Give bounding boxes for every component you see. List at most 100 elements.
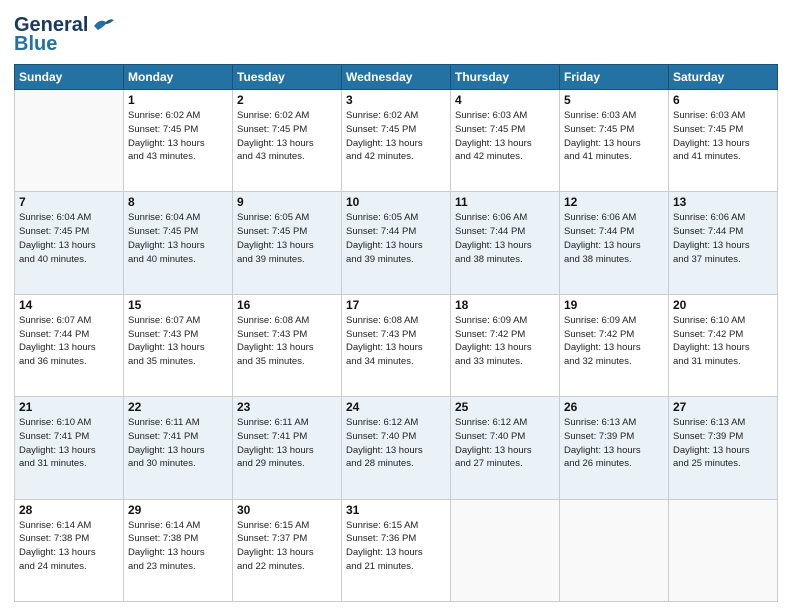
day-number: 16 [237,298,337,312]
page-container: General Blue SundayMondayTuesdayWednesda… [0,0,792,612]
calendar-cell: 20Sunrise: 6:10 AMSunset: 7:42 PMDayligh… [669,294,778,396]
day-number: 22 [128,400,228,414]
daylight-text-line1: Daylight: 13 hours [455,341,555,355]
sunset-text: Sunset: 7:44 PM [564,225,664,239]
calendar-cell: 23Sunrise: 6:11 AMSunset: 7:41 PMDayligh… [233,397,342,499]
sunrise-text: Sunrise: 6:07 AM [128,314,228,328]
day-number: 26 [564,400,664,414]
calendar-cell: 11Sunrise: 6:06 AMSunset: 7:44 PMDayligh… [451,192,560,294]
calendar-cell: 30 Sunrise: 6:15 AMSunset: 7:37 PMDayligh… [233,499,342,601]
day-number: 28 [19,503,119,517]
sunset-text: Sunset: 7:42 PM [455,328,555,342]
calendar-cell: 24Sunrise: 6:12 AMSunset: 7:40 PMDayligh… [342,397,451,499]
sunset-text: Sunset: 7:43 PM [346,328,446,342]
sunset-text: Sunset: 7:44 PM [19,328,119,342]
daylight-text-line2: and 23 minutes. [128,560,228,574]
calendar-week-row: 21Sunrise: 6:10 AMSunset: 7:41 PMDayligh… [15,397,778,499]
daylight-text-line2: and 35 minutes. [128,355,228,369]
sunset-text: Sunset: 7:45 PM [128,123,228,137]
calendar-cell: 7Sunrise: 6:04 AMSunset: 7:45 PMDaylight… [15,192,124,294]
daylight-text-line2: and 28 minutes. [346,457,446,471]
sunset-text: Sunset: 7:42 PM [673,328,773,342]
sunrise-text: Sunrise: 6:06 AM [673,211,773,225]
daylight-text-line1: Daylight: 13 hours [19,341,119,355]
sunrise-text: Sunrise: 6:08 AM [237,314,337,328]
day-number: 1 [128,93,228,107]
sunrise-text: Sunrise: 6:11 AM [128,416,228,430]
day-number: 2 [237,93,337,107]
sunrise-text: Sunrise: 6:13 AM [673,416,773,430]
calendar-cell: 16Sunrise: 6:08 AMSunset: 7:43 PMDayligh… [233,294,342,396]
calendar-week-row: 28 Sunrise: 6:14 AMSunset: 7:38 PM Dayligh… [15,499,778,601]
sunset-text: Sunset: 7:41 PM [128,430,228,444]
daylight-text-line1: Daylight: 13 hours [346,444,446,458]
daylight-text-line2: and 40 minutes. [19,253,119,267]
calendar-cell: 25Sunrise: 6:12 AMSunset: 7:40 PMDayligh… [451,397,560,499]
daylight-text-line2: and 22 minutes. [237,560,337,574]
daylight-text-line2: and 37 minutes. [673,253,773,267]
sunrise-text: Sunrise: 6:14 AM [19,519,119,533]
calendar-cell: 26Sunrise: 6:13 AMSunset: 7:39 PMDayligh… [560,397,669,499]
daylight-text-line1: Daylight: 13 hours [673,239,773,253]
calendar-week-row: 7Sunrise: 6:04 AMSunset: 7:45 PMDaylight… [15,192,778,294]
sunrise-text: Sunrise: 6:02 AM [237,109,337,123]
daylight-text-line1: Daylight: 13 hours [237,546,337,560]
daylight-text-line1: Daylight: 13 hours [237,341,337,355]
weekday-header-tuesday: Tuesday [233,65,342,90]
sunrise-text: Sunrise: 6:06 AM [455,211,555,225]
calendar-cell: 14Sunrise: 6:07 AMSunset: 7:44 PMDayligh… [15,294,124,396]
day-number: 27 [673,400,773,414]
calendar-cell: 3Sunrise: 6:02 AMSunset: 7:45 PMDaylight… [342,90,451,192]
daylight-text-line1: Daylight: 13 hours [128,546,228,560]
logo: General Blue [14,14,114,56]
day-number: 9 [237,195,337,209]
page-header: General Blue [14,10,778,56]
day-number: 13 [673,195,773,209]
calendar-cell [669,499,778,601]
sunset-text: Sunset: 7:38 PM [19,532,119,546]
daylight-text-line2: and 42 minutes. [455,150,555,164]
daylight-text-line1: Daylight: 13 hours [455,239,555,253]
daylight-text-line2: and 29 minutes. [237,457,337,471]
calendar-cell: 21Sunrise: 6:10 AMSunset: 7:41 PMDayligh… [15,397,124,499]
daylight-text-line2: and 24 minutes. [19,560,119,574]
sunset-text: Sunset: 7:45 PM [128,225,228,239]
day-number: 30 [237,503,337,517]
daylight-text-line2: and 27 minutes. [455,457,555,471]
daylight-text-line1: Daylight: 13 hours [128,444,228,458]
daylight-text-line1: Daylight: 13 hours [673,341,773,355]
weekday-header-row: SundayMondayTuesdayWednesdayThursdayFrid… [15,65,778,90]
daylight-text-line2: and 38 minutes. [455,253,555,267]
calendar-cell [560,499,669,601]
daylight-text-line2: and 31 minutes. [19,457,119,471]
daylight-text-line2: and 31 minutes. [673,355,773,369]
sunset-text: Sunset: 7:37 PM [237,532,337,546]
day-number: 25 [455,400,555,414]
calendar-cell: 28Sunrise: 6:14 AMSunset: 7:38 PMDayligh… [15,499,124,601]
sunrise-text: Sunrise: 6:04 AM [128,211,228,225]
daylight-text-line2: and 40 minutes. [128,253,228,267]
daylight-text-line1: Daylight: 13 hours [237,137,337,151]
sunrise-text: Sunrise: 6:15 AM [237,519,337,533]
calendar-cell: 12Sunrise: 6:06 AMSunset: 7:44 PMDayligh… [560,192,669,294]
calendar-cell: 1Sunrise: 6:02 AMSunset: 7:45 PMDaylight… [124,90,233,192]
calendar-cell [15,90,124,192]
calendar-week-row: 14Sunrise: 6:07 AMSunset: 7:44 PMDayligh… [15,294,778,396]
daylight-text-line1: Daylight: 13 hours [564,239,664,253]
daylight-text-line1: Daylight: 13 hours [455,137,555,151]
daylight-text-line1: Daylight: 13 hours [346,239,446,253]
calendar-week-row: 1Sunrise: 6:02 AMSunset: 7:45 PMDaylight… [15,90,778,192]
day-number: 6 [673,93,773,107]
calendar-cell: 5Sunrise: 6:03 AMSunset: 7:45 PMDaylight… [560,90,669,192]
daylight-text-line1: Daylight: 13 hours [128,239,228,253]
calendar-cell: 31Sunrise: 6:15 AMSunset: 7:36 PMDayligh… [342,499,451,601]
daylight-text-line1: Daylight: 13 hours [564,137,664,151]
sunrise-text: Sunrise: 6:09 AM [455,314,555,328]
daylight-text-line1: Daylight: 13 hours [455,444,555,458]
weekday-header-wednesday: Wednesday [342,65,451,90]
sunset-text: Sunset: 7:45 PM [455,123,555,137]
daylight-text-line1: Daylight: 13 hours [564,444,664,458]
sunset-text: Sunset: 7:41 PM [237,430,337,444]
sunset-text: Sunset: 7:40 PM [346,430,446,444]
sunset-text: Sunset: 7:44 PM [346,225,446,239]
